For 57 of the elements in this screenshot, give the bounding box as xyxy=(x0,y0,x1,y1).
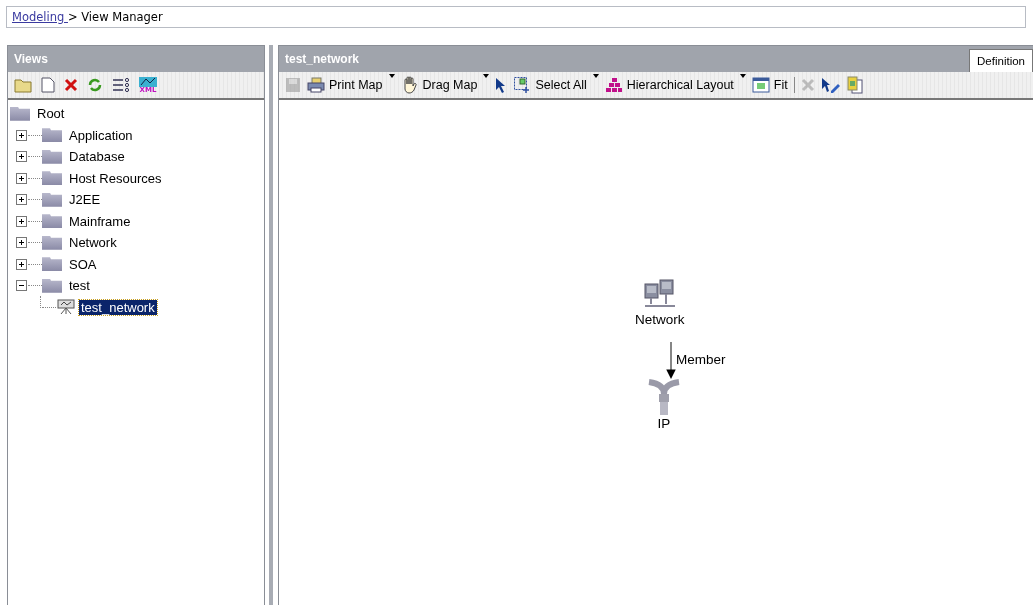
dropdown-caret-icon[interactable] xyxy=(483,74,490,78)
new-page-icon[interactable] xyxy=(41,77,55,93)
tree-item[interactable]: Database xyxy=(67,149,127,165)
breadcrumb-link[interactable]: Modeling xyxy=(12,10,68,24)
breadcrumb-current: > View Manager xyxy=(67,10,163,24)
folder-icon xyxy=(42,171,62,186)
expand-toggle[interactable] xyxy=(16,172,27,184)
tree-item[interactable]: Host Resources xyxy=(67,170,164,186)
expand-toggle[interactable] xyxy=(16,215,27,227)
tree-item[interactable]: Root xyxy=(35,106,67,122)
node-label: Network xyxy=(635,312,685,327)
toolbar-button[interactable]: Select All xyxy=(513,76,587,94)
refresh-icon[interactable] xyxy=(87,77,103,93)
expand-toggle[interactable] xyxy=(16,151,27,163)
tree-item[interactable]: test_network xyxy=(79,299,157,315)
folder-icon xyxy=(42,149,62,164)
printer-icon xyxy=(307,77,325,93)
fit-icon xyxy=(751,77,770,93)
dropdown-caret-icon[interactable] xyxy=(388,74,395,78)
tree-item[interactable]: SOA xyxy=(67,256,99,272)
expand-toggle[interactable] xyxy=(16,258,27,270)
tree-item[interactable]: Mainframe xyxy=(67,213,133,229)
select-all-icon xyxy=(513,76,532,94)
dropdown-caret-icon[interactable] xyxy=(592,74,599,78)
folder-icon xyxy=(42,128,62,143)
folder-icon xyxy=(42,278,62,293)
pointer-pencil-icon[interactable] xyxy=(820,77,841,93)
tab[interactable]: Definition xyxy=(969,49,1033,72)
folder-icon xyxy=(42,192,62,207)
dropdown-caret-icon[interactable] xyxy=(739,74,746,78)
folder-icon xyxy=(42,214,62,229)
toolbar-button[interactable]: Drag Map xyxy=(400,76,478,94)
panel-title: test_network xyxy=(285,51,360,68)
toolbar-button[interactable]: Fit xyxy=(751,77,788,93)
connector-arrow xyxy=(666,342,676,380)
panel-title: Views xyxy=(8,46,264,72)
tree-item[interactable]: Network xyxy=(67,235,119,251)
delete-icon[interactable] xyxy=(64,78,78,92)
pipe-connector-icon xyxy=(647,376,681,416)
folder-icon xyxy=(10,106,30,121)
tree-item[interactable]: test xyxy=(67,278,92,294)
tree-item[interactable]: Application xyxy=(67,127,135,143)
expand-toggle[interactable] xyxy=(16,129,27,141)
clipboard-icon[interactable] xyxy=(846,76,863,94)
tree-item[interactable]: J2EE xyxy=(67,192,103,208)
expand-toggle[interactable] xyxy=(16,194,27,206)
node-label: IP xyxy=(657,416,671,431)
hierarchy-icon xyxy=(604,77,623,93)
toolbar-button[interactable]: Print Map xyxy=(307,77,383,93)
folder-icon xyxy=(42,257,62,272)
list-icon[interactable] xyxy=(112,77,130,93)
easel-icon xyxy=(56,299,76,316)
expand-toggle[interactable] xyxy=(16,237,27,249)
collapse-toggle[interactable] xyxy=(16,280,27,292)
folder-icon xyxy=(42,235,62,250)
edge-label: Member xyxy=(676,352,726,367)
toolbar-button[interactable]: Hierarchical Layout xyxy=(604,77,734,93)
